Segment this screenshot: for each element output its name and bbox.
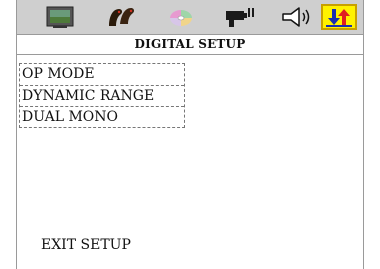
menu-item-dual-mono[interactable]: DUAL MONO <box>20 106 184 127</box>
camera-icon[interactable] <box>223 4 257 30</box>
tv-icon[interactable] <box>45 4 75 30</box>
parrots-icon[interactable] <box>105 4 137 30</box>
page-title: DIGITAL SETUP <box>17 35 363 55</box>
setup-icon-bar <box>17 0 363 35</box>
setup-menu: OP MODE DYNAMIC RANGE DUAL MONO <box>19 63 185 128</box>
menu-item-dynamic-range[interactable]: DYNAMIC RANGE <box>20 85 184 106</box>
exit-setup-button[interactable]: EXIT SETUP <box>41 237 131 253</box>
setup-screen: DIGITAL SETUP OP MODE DYNAMIC RANGE DUAL… <box>16 0 364 269</box>
speaker-icon[interactable] <box>279 4 313 30</box>
menu-item-op-mode[interactable]: OP MODE <box>20 64 184 85</box>
updown-arrows-icon[interactable] <box>321 4 357 30</box>
disc-icon[interactable] <box>167 4 195 30</box>
